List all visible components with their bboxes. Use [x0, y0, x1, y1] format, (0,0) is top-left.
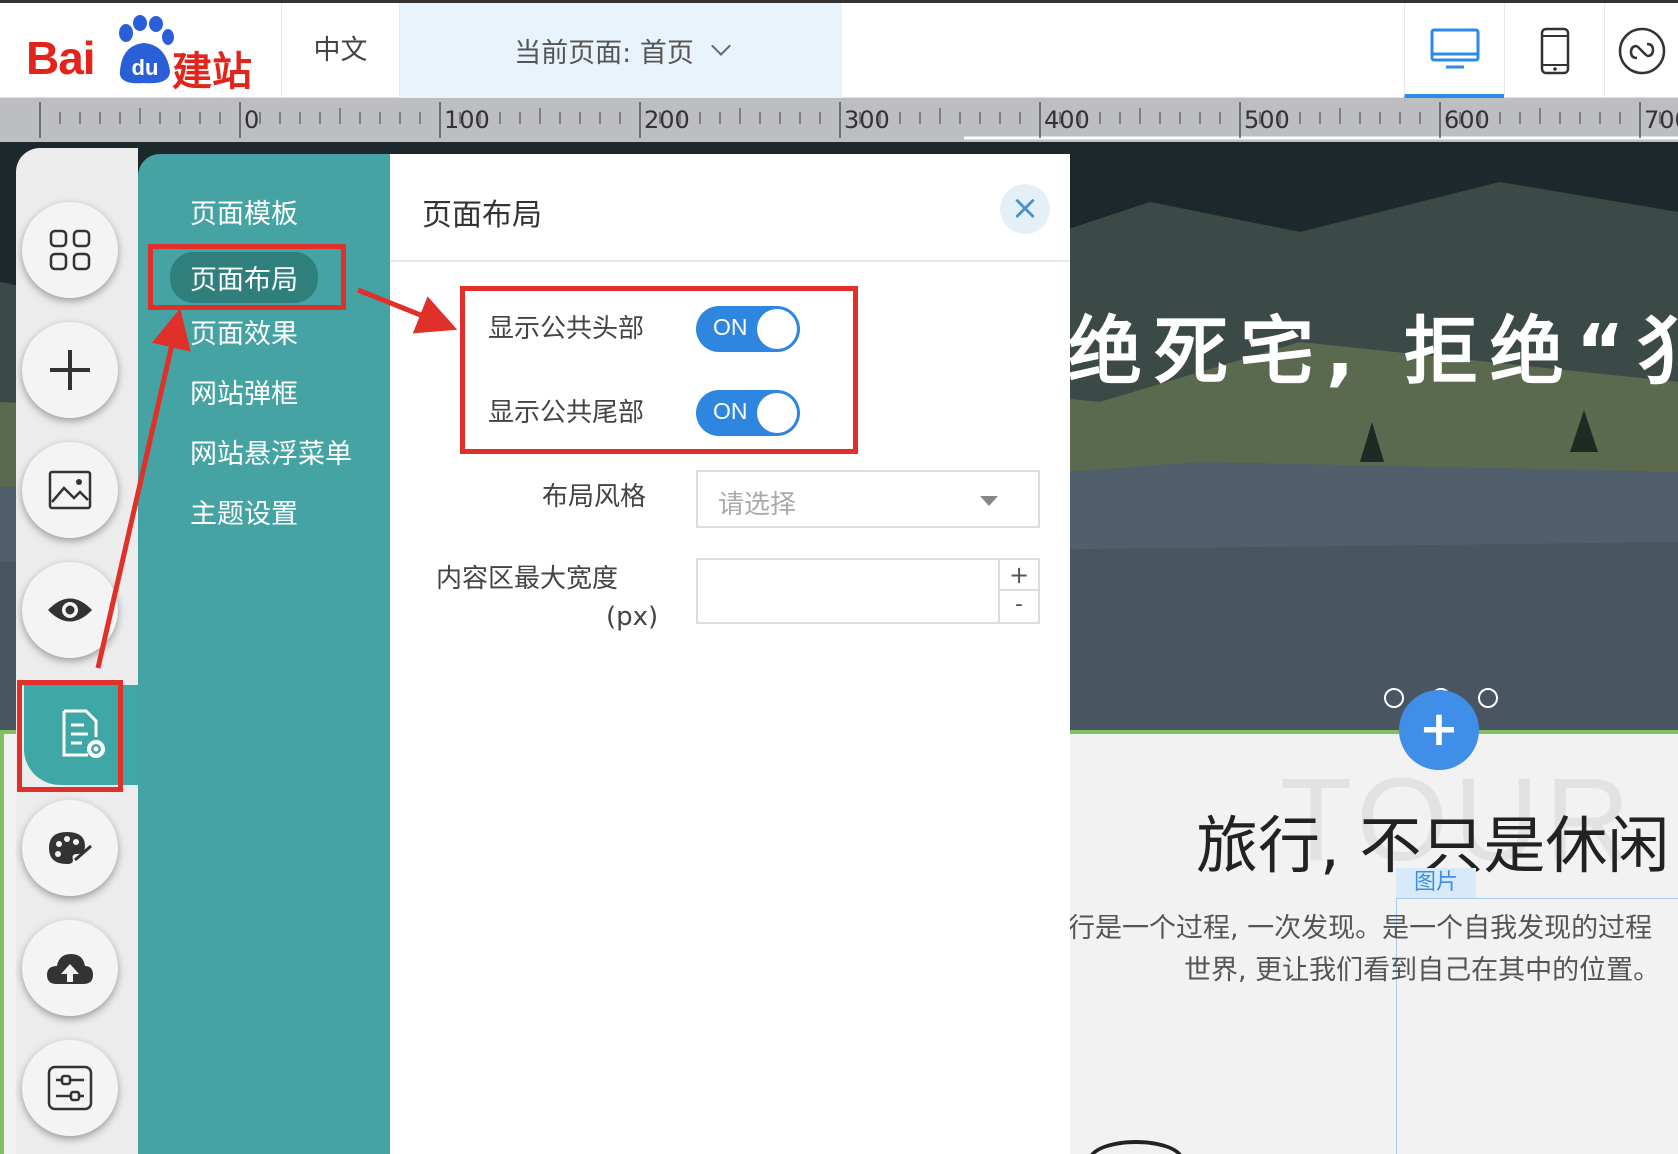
annotation-box-toggles: [460, 286, 858, 454]
image-icon: [48, 470, 92, 510]
ruler-label: 200: [644, 106, 690, 134]
palette-icon: [49, 832, 92, 864]
max-width-label: 内容区最大宽度: [436, 564, 619, 594]
ruler-scale: 0 100 200 300 400 500 600 700: [39, 102, 1678, 140]
close-icon[interactable]: ×: [1000, 184, 1050, 234]
apps-icon: [49, 229, 91, 271]
decrement-button[interactable]: -: [1000, 591, 1038, 622]
image-tag[interactable]: 图片: [1396, 868, 1476, 898]
current-page-label: 当前页面: 首页: [514, 38, 694, 69]
hero-headline: 绝死宅, 拒绝“犭: [1068, 309, 1678, 395]
annotation-box-tool: [17, 680, 123, 792]
layout-style-select[interactable]: 请选择: [696, 470, 1040, 528]
language-switch[interactable]: 中文: [282, 3, 400, 98]
add-icon: [50, 350, 90, 390]
ruler-label: 0: [244, 106, 259, 134]
section-description-line1[interactable]: 行是一个过程, 一次发现。是一个自我发现的过程: [1068, 906, 1652, 945]
panel-title: 页面布局: [422, 198, 542, 233]
number-stepper: + -: [998, 560, 1038, 622]
mobile-icon: [1540, 27, 1569, 74]
apps-button[interactable]: [22, 202, 118, 298]
layout-style-placeholder: 请选择: [718, 490, 797, 520]
section-description-line2[interactable]: 世界, 更让我们看到自己在其中的位置。: [1184, 948, 1660, 987]
caret-down-icon: [980, 496, 998, 506]
menu-item-site-popup[interactable]: 网站弹框: [190, 372, 298, 411]
menu-item-floating-menu[interactable]: 网站悬浮菜单: [190, 432, 352, 471]
horizontal-ruler: 0 100 200 300 400 500 600 700: [0, 98, 1678, 142]
publish-button[interactable]: [22, 920, 118, 1016]
image-library-button[interactable]: [22, 442, 118, 538]
mini-program-button[interactable]: [1604, 3, 1678, 98]
baidu-jianzhan-logo[interactable]: Bai du 建站: [0, 3, 282, 98]
ruler-label: 600: [1444, 106, 1490, 134]
chevron-down-icon: [710, 35, 731, 56]
menu-item-page-template[interactable]: 页面模板: [190, 192, 298, 231]
desktop-view-button[interactable]: [1404, 3, 1504, 98]
ruler-label: 300: [844, 106, 890, 134]
panel-divider: [390, 260, 1070, 262]
top-bar: Bai du 建站 中文 当前页面: 首页: [0, 0, 1678, 98]
logo-text-jianzhan: 建站: [172, 49, 252, 95]
ruler-label: 100: [444, 106, 490, 134]
desktop-icon: [1430, 28, 1479, 68]
ruler-label: 700: [1644, 106, 1678, 134]
cloud-upload-icon: [47, 954, 93, 984]
ruler-label: 400: [1044, 106, 1090, 134]
logo-text-bai: Bai: [26, 32, 96, 84]
section-boundary-left: [0, 730, 4, 1154]
site-settings-button[interactable]: [22, 1040, 118, 1136]
preview-button[interactable]: [22, 562, 118, 658]
menu-item-theme-settings[interactable]: 主题设置: [190, 492, 298, 531]
theme-palette-button[interactable]: [22, 800, 118, 896]
logo-text-du: du: [132, 55, 159, 80]
ruler-label: 500: [1244, 106, 1290, 134]
annotation-box-menu: [148, 244, 346, 310]
add-element-button[interactable]: [22, 322, 118, 418]
menu-item-page-effects[interactable]: 页面效果: [190, 312, 298, 351]
max-width-input[interactable]: + -: [696, 558, 1040, 624]
slider-dot[interactable]: [1478, 688, 1498, 708]
link-icon: [1618, 27, 1665, 74]
baidu-paw-icon: du: [119, 15, 174, 84]
mobile-view-button[interactable]: [1504, 3, 1604, 98]
increment-button[interactable]: +: [1000, 560, 1038, 591]
preview-eye-icon: [48, 598, 92, 622]
layout-style-label: 布局风格: [542, 482, 647, 512]
max-width-unit-label: (px): [606, 602, 659, 632]
current-page-dropdown[interactable]: 当前页面: 首页: [400, 3, 842, 98]
slider-dot[interactable]: [1384, 688, 1404, 708]
sliders-icon: [47, 1065, 93, 1111]
